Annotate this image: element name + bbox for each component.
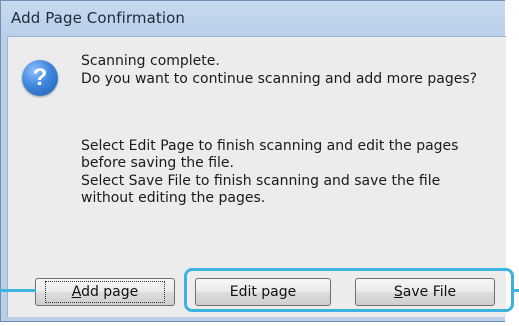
- info-line-2: before saving the file.: [81, 155, 234, 171]
- edit-save-callout-line: [512, 289, 519, 292]
- add-page-label-rest: dd page: [81, 284, 139, 300]
- edit-save-highlight: [184, 268, 514, 312]
- title-bar[interactable]: Add Page Confirmation: [1, 1, 505, 37]
- question-message: Do you want to continue scanning and add…: [81, 71, 478, 87]
- dialog-title: Add Page Confirmation: [11, 9, 186, 27]
- add-page-button[interactable]: Add page: [35, 278, 175, 306]
- info-line-1: Select Edit Page to finish scanning and …: [81, 138, 459, 154]
- status-message: Scanning complete.: [81, 53, 220, 69]
- add-page-callout-line: [0, 289, 36, 292]
- question-icon: ?: [22, 60, 58, 96]
- info-line-3: Select Save File to finish scanning and …: [81, 173, 441, 189]
- info-line-4: without editing the pages.: [81, 190, 266, 206]
- add-page-accelerator: A: [71, 284, 82, 300]
- add-page-label: Add page: [44, 281, 166, 303]
